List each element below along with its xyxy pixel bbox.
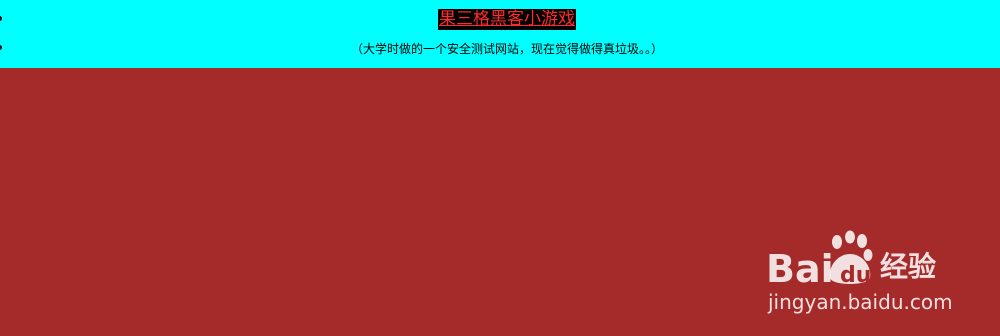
baidu-jingyan-logo: du Bai 经验 [766,230,936,288]
svg-text:Bai: Bai [766,247,834,288]
watermark-url: jingyan.baidu.com [768,290,953,314]
title-link[interactable]: 果三格黑客小游戏 [438,9,576,30]
note-text: （大学时做的一个安全测试网站，现在觉得做得真垃圾。。） [350,42,663,56]
list-item: 果三格黑客小游戏 [14,0,1000,34]
baidu-jingyan-watermark: du Bai 经验 jingyan.baidu.com [766,230,986,326]
header-list: 果三格黑客小游戏 （大学时做的一个安全测试网站，现在觉得做得真垃圾。。） [0,0,1000,60]
list-item: （大学时做的一个安全测试网站，现在觉得做得真垃圾。。） [14,34,1000,60]
svg-text:经验: 经验 [880,250,936,283]
page-header: 果三格黑客小游戏 （大学时做的一个安全测试网站，现在觉得做得真垃圾。。） [0,0,1000,68]
svg-text:du: du [840,263,871,288]
